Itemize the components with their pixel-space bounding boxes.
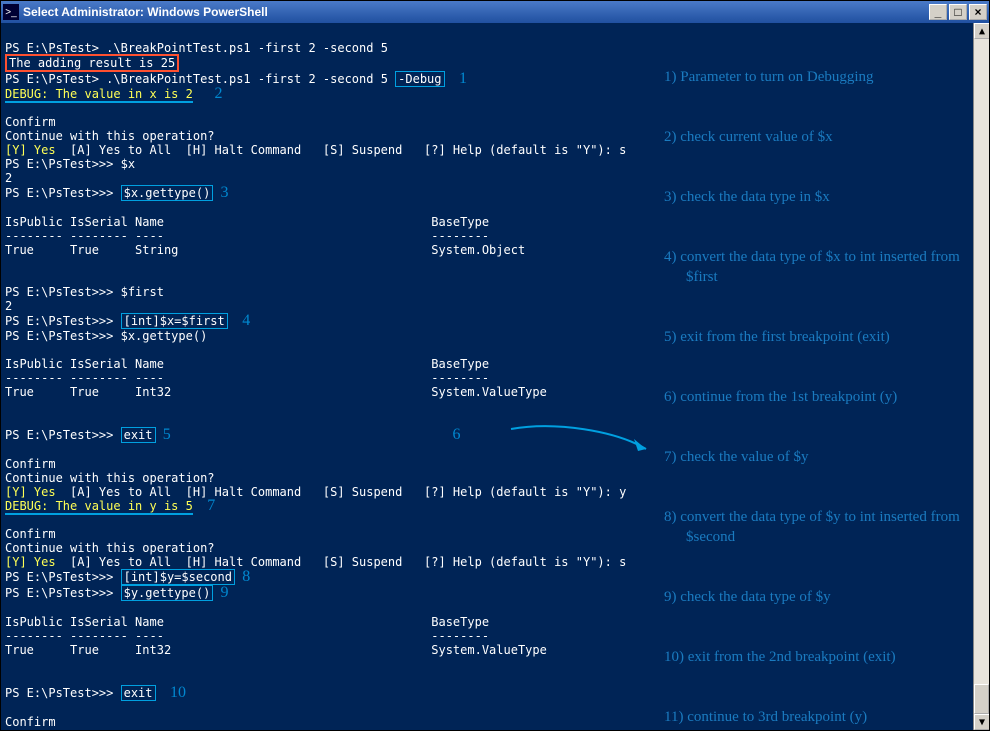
window-title: Select Administrator: Windows PowerShell: [23, 5, 927, 19]
debug-output: DEBUG: The value in x is 2: [5, 87, 193, 103]
legend-item: 11) continue to 3rd breakpoint (y): [664, 707, 969, 727]
prompt-nested: PS E:\PsTest>>>: [5, 428, 121, 442]
confirm-question: Continue with this operation?: [5, 129, 215, 143]
prompt-nested: PS E:\PsTest>>>: [5, 285, 121, 299]
command-highlight: [int]$y=$second: [121, 569, 235, 585]
debug-output: DEBUG: The value in y is 5: [5, 499, 193, 515]
user-input: s: [619, 555, 626, 569]
minimize-button[interactable]: _: [929, 4, 947, 20]
annotation-9: 9: [221, 584, 229, 601]
legend-panel: 1) Parameter to turn on Debugging 2) che…: [664, 27, 969, 730]
annotation-10: 10: [170, 684, 186, 701]
confirm-title: Confirm: [5, 115, 56, 129]
legend-item: 10) exit from the 2nd breakpoint (exit): [664, 647, 969, 667]
command: $x: [121, 157, 135, 171]
table-divider: -------- -------- ---- --------: [5, 229, 489, 243]
output: 2: [5, 171, 12, 185]
confirm-yes: [Y] Yes: [5, 485, 56, 499]
prompt-nested: PS E:\PsTest>>>: [5, 586, 121, 600]
command: .\BreakPointTest.ps1 -first 2 -second 5: [106, 41, 388, 55]
prompt-nested: PS E:\PsTest>>>: [5, 329, 121, 343]
table-row: True True Int32 System.ValueType: [5, 385, 547, 399]
debug-flag-highlight: -Debug: [395, 71, 444, 87]
legend-item: 7) check the value of $y: [664, 447, 969, 467]
confirm-options: [A] Yes to All [H] Halt Command [S] Susp…: [56, 555, 612, 569]
confirm-question: Continue with this operation?: [5, 541, 215, 555]
annotation-5: 5: [163, 426, 171, 443]
annotation-1: 1: [459, 70, 467, 87]
table-divider: -------- -------- ---- --------: [5, 371, 489, 385]
prompt: PS E:\PsTest>: [5, 41, 106, 55]
prompt: PS E:\PsTest>: [5, 72, 106, 86]
command-highlight: [int]$x=$first: [121, 313, 228, 329]
vertical-scrollbar[interactable]: ▲ ▼: [973, 23, 989, 730]
annotation-6: 6: [453, 426, 461, 443]
prompt-nested: PS E:\PsTest>>>: [5, 314, 121, 328]
annotation-7: 7: [207, 497, 215, 514]
prompt-nested: PS E:\PsTest>>>: [5, 686, 121, 700]
confirm-options: [A] Yes to All [H] Halt Command [S] Susp…: [56, 143, 612, 157]
legend-item: 2) check current value of $x: [664, 127, 969, 147]
user-input: y: [619, 485, 626, 499]
confirm-options: [A] Yes to All [H] Halt Command [S] Susp…: [56, 485, 612, 499]
close-button[interactable]: ×: [969, 4, 987, 20]
client-area: PS E:\PsTest> .\BreakPointTest.ps1 -firs…: [1, 23, 989, 730]
legend-item: 5) exit from the first breakpoint (exit): [664, 327, 969, 347]
output: 2: [5, 299, 12, 313]
scroll-up-button[interactable]: ▲: [974, 23, 989, 39]
confirm-title: Confirm: [5, 527, 56, 541]
scroll-track[interactable]: [974, 39, 989, 714]
command-highlight: $x.gettype(): [121, 185, 214, 201]
command-highlight: exit: [121, 427, 156, 443]
prompt-nested: PS E:\PsTest>>>: [5, 186, 121, 200]
prompt-nested: PS E:\PsTest>>>: [5, 570, 121, 584]
annotation-4: 4: [242, 312, 250, 329]
console[interactable]: PS E:\PsTest> .\BreakPointTest.ps1 -firs…: [1, 23, 973, 730]
legend-item: 1) Parameter to turn on Debugging: [664, 67, 969, 87]
table-header: IsPublic IsSerial Name BaseType: [5, 615, 489, 629]
legend-item: 9) check the data type of $y: [664, 587, 969, 607]
command: $first: [121, 285, 164, 299]
arrow-icon: [506, 421, 656, 457]
confirm-yes: [Y] Yes: [5, 555, 56, 569]
command: $x.gettype(): [121, 329, 208, 343]
annotation-8: 8: [242, 568, 250, 585]
scroll-down-button[interactable]: ▼: [974, 714, 989, 730]
command-highlight: exit: [121, 685, 156, 701]
confirm-title: Confirm: [5, 715, 56, 729]
table-header: IsPublic IsSerial Name BaseType: [5, 215, 489, 229]
confirm-title: Confirm: [5, 457, 56, 471]
table-header: IsPublic IsSerial Name BaseType: [5, 357, 489, 371]
prompt-nested: PS E:\PsTest>>>: [5, 157, 121, 171]
table-row: True True String System.Object: [5, 243, 525, 257]
table-divider: -------- -------- ---- --------: [5, 629, 489, 643]
confirm-question: Continue with this operation?: [5, 471, 215, 485]
legend-item: 8) convert the data type of $y to int in…: [664, 507, 969, 547]
annotation-2: 2: [215, 85, 223, 102]
legend-item: 4) convert the data type of $x to int in…: [664, 247, 969, 287]
legend-item: 3) check the data type in $x: [664, 187, 969, 207]
command: .\BreakPointTest.ps1 -first 2 -second 5: [106, 72, 388, 86]
result-highlight: The adding result is 25: [5, 54, 179, 72]
confirm-yes: [Y] Yes: [5, 143, 56, 157]
legend-item: 6) continue from the 1st breakpoint (y): [664, 387, 969, 407]
powershell-icon: >_: [3, 4, 19, 20]
table-row: True True Int32 System.ValueType: [5, 643, 547, 657]
confirm-question: Continue with this operation?: [5, 729, 215, 730]
annotation-3: 3: [221, 184, 229, 201]
maximize-button[interactable]: □: [949, 4, 967, 20]
scroll-thumb[interactable]: [974, 684, 989, 714]
window: >_ Select Administrator: Windows PowerSh…: [0, 0, 990, 731]
command-highlight: $y.gettype(): [121, 585, 214, 601]
titlebar: >_ Select Administrator: Windows PowerSh…: [1, 1, 989, 23]
user-input: s: [619, 143, 626, 157]
